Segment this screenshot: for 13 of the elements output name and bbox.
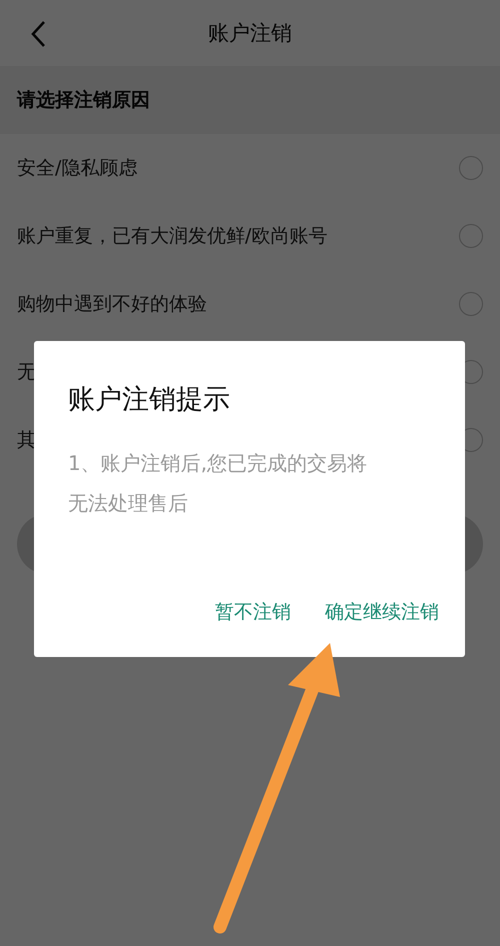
- dialog-title: 账户注销提示: [68, 383, 231, 417]
- radio-button[interactable]: [459, 224, 483, 248]
- radio-button[interactable]: [459, 156, 483, 180]
- reason-option[interactable]: 账户重复，已有大润发优鲜/欧尚账号: [0, 202, 500, 270]
- page-title: 账户注销: [208, 20, 292, 47]
- reason-option[interactable]: 安全/隐私顾虑: [0, 134, 500, 202]
- reason-option[interactable]: 购物中遇到不好的体验: [0, 270, 500, 338]
- confirm-button[interactable]: 确定继续注销: [321, 593, 443, 631]
- back-icon[interactable]: [30, 20, 46, 48]
- cancel-button[interactable]: 暂不注销: [211, 593, 295, 631]
- section-header: 请选择注销原因: [0, 66, 500, 134]
- radio-button[interactable]: [459, 292, 483, 316]
- dialog-message: 1、账户注销后,您已完成的交易将无法处理售后: [68, 450, 368, 517]
